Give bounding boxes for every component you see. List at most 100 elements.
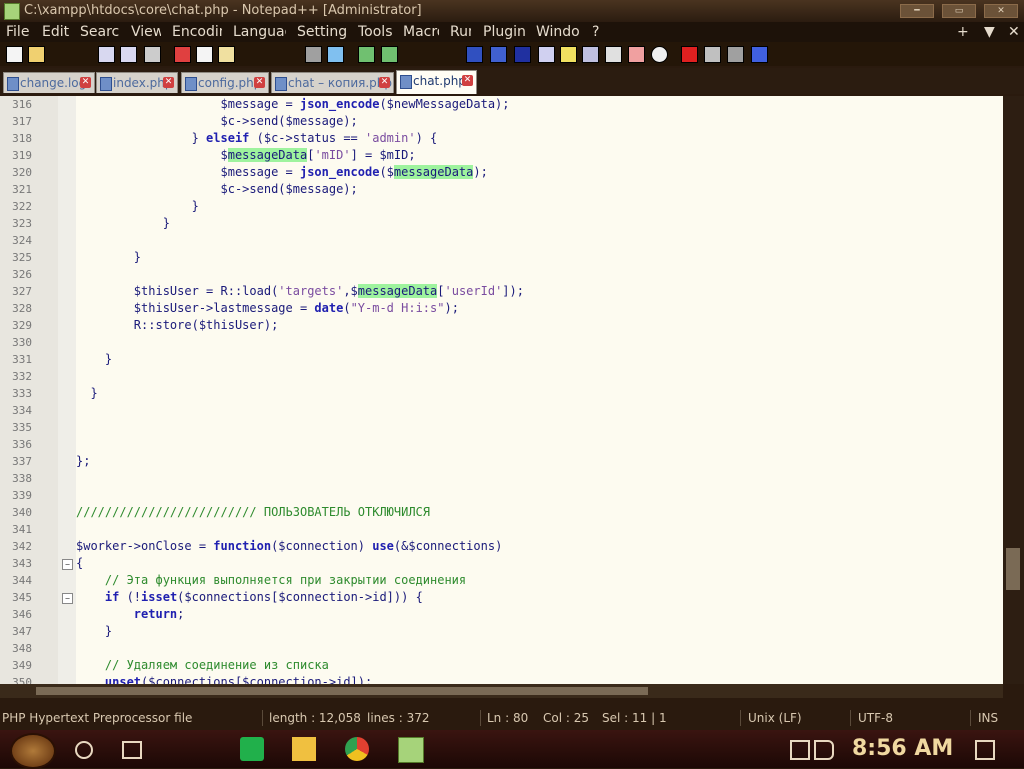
minimize-button[interactable]: ━ (900, 4, 934, 18)
code-line[interactable]: 325 } (0, 249, 1003, 266)
code-line[interactable]: 342 $worker->onClose = function($connecti… (0, 538, 1003, 555)
code-line[interactable]: 350 unset($connections[$connection->id])… (0, 674, 1003, 684)
record-macro-icon[interactable] (681, 46, 698, 63)
code-line[interactable]: 336 (0, 436, 1003, 453)
eye-icon[interactable] (651, 46, 668, 63)
notifications-icon[interactable] (975, 740, 995, 760)
tab-chat-php[interactable]: chat.php ✕ (396, 70, 477, 94)
close-doc-x[interactable]: ✕ (1008, 22, 1020, 42)
close-button[interactable]: ✕ (984, 4, 1018, 18)
code-line[interactable]: 322 } (0, 198, 1003, 215)
monitoring-icon[interactable] (628, 46, 645, 63)
menu-file[interactable]: File (6, 22, 36, 42)
close-tab-icon[interactable]: ✕ (462, 75, 473, 86)
find-icon[interactable] (358, 46, 375, 63)
replace-icon[interactable] (381, 46, 398, 63)
code-line[interactable]: 332 (0, 368, 1003, 385)
code-line[interactable]: 324 (0, 232, 1003, 249)
save-icon[interactable] (98, 46, 115, 63)
tab-chat-copy-php[interactable]: chat – копия.php ✕ (271, 72, 394, 93)
copy-icon[interactable] (196, 46, 213, 63)
vertical-scroll-thumb[interactable] (1006, 548, 1020, 590)
wrap-icon[interactable] (466, 46, 483, 63)
code-line[interactable]: 331 } (0, 351, 1003, 368)
code-line[interactable]: 349 // Удаляем соединение из списка (0, 657, 1003, 674)
menu-encoding[interactable]: Encoding (172, 22, 222, 42)
code-line[interactable]: 318 } elseif ($c->status == 'admin') { (0, 130, 1003, 147)
tab-index-php[interactable]: index.php ✕ (96, 72, 178, 93)
status-encoding[interactable]: UTF-8 (858, 708, 893, 728)
run-macro-multiple-icon[interactable] (751, 46, 768, 63)
print-icon[interactable] (144, 46, 161, 63)
code-line[interactable]: 323 } (0, 215, 1003, 232)
redo-icon[interactable] (327, 46, 344, 63)
code-editor[interactable]: 316 $message = json_encode($newMessageDa… (0, 96, 1003, 684)
code-line[interactable]: 340 ///////////////////////// ПОЛЬЗОВАТЕЛ… (0, 504, 1003, 521)
menu-edit[interactable]: Edit (42, 22, 72, 42)
chrome-icon[interactable] (345, 737, 369, 761)
new-file-icon[interactable] (6, 46, 23, 63)
close-tab-icon[interactable]: ✕ (254, 77, 265, 88)
code-line[interactable]: 316 $message = json_encode($newMessageDa… (0, 96, 1003, 113)
start-button-icon[interactable] (10, 733, 56, 769)
menu-plugins[interactable]: Plugins (483, 22, 525, 42)
code-line[interactable]: 341 (0, 521, 1003, 538)
code-line[interactable]: 321 $c->send($message); (0, 181, 1003, 198)
menu-settings[interactable]: Settings (297, 22, 347, 42)
open-file-icon[interactable] (28, 46, 45, 63)
close-tab-icon[interactable]: ✕ (379, 77, 390, 88)
code-line[interactable]: 317 $c->send($message); (0, 113, 1003, 130)
code-line[interactable]: 328 $thisUser->lastmessage = date("Y-m-d… (0, 300, 1003, 317)
code-line[interactable]: 319 $messageData['mID'] = $mID; (0, 147, 1003, 164)
horizontal-scroll-thumb[interactable] (36, 687, 648, 695)
tab-change-log[interactable]: change.log ✕ (3, 72, 95, 93)
save-all-icon[interactable] (120, 46, 137, 63)
code-line[interactable]: 334 (0, 402, 1003, 419)
task-view-icon[interactable] (122, 741, 142, 759)
notepadpp-taskbar-icon[interactable] (398, 737, 424, 763)
cortana-search-icon[interactable] (75, 741, 93, 759)
code-line[interactable]: 333 } (0, 385, 1003, 402)
code-line[interactable]: 346 return; (0, 606, 1003, 623)
code-line[interactable]: 327 $thisUser = R::load('targets',$messa… (0, 283, 1003, 300)
fold-toggle-icon[interactable]: − (62, 559, 73, 570)
cut-icon[interactable] (174, 46, 191, 63)
code-line[interactable]: 339 (0, 487, 1003, 504)
status-eol[interactable]: Unix (LF) (748, 708, 802, 728)
menu-search[interactable]: Search (80, 22, 120, 42)
undo-icon[interactable] (305, 46, 322, 63)
volume-muted-icon[interactable] (814, 740, 834, 760)
play-macro-icon[interactable] (727, 46, 744, 63)
menu-window[interactable]: Window (536, 22, 579, 42)
code-line[interactable]: 344 // Эта функция выполняется при закры… (0, 572, 1003, 589)
code-line[interactable]: 345 − if (!isset($connections[$connection… (0, 589, 1003, 606)
show-all-chars-icon[interactable] (490, 46, 507, 63)
tab-list-arrow[interactable]: ▼ (984, 22, 995, 42)
function-list-icon[interactable] (582, 46, 599, 63)
close-tab-icon[interactable]: ✕ (80, 77, 91, 88)
network-icon[interactable] (790, 740, 810, 760)
code-line[interactable]: 326 (0, 266, 1003, 283)
fold-toggle-icon[interactable]: − (62, 593, 73, 604)
paste-icon[interactable] (218, 46, 235, 63)
menu-help[interactable]: ? (592, 22, 604, 42)
menu-macro[interactable]: Macro (403, 22, 439, 42)
menu-run[interactable]: Run (450, 22, 471, 42)
horizontal-scrollbar[interactable] (0, 684, 1003, 698)
doc-map-icon[interactable] (560, 46, 577, 63)
code-line[interactable]: 348 (0, 640, 1003, 657)
folder-workspace-icon[interactable] (605, 46, 622, 63)
code-line[interactable]: 320 $message = json_encode($messageData)… (0, 164, 1003, 181)
menu-tools[interactable]: Tools (358, 22, 392, 42)
vertical-scrollbar[interactable] (1003, 96, 1024, 684)
menu-language[interactable]: Language (233, 22, 286, 42)
code-line[interactable]: 329 R::store($thisUser); (0, 317, 1003, 334)
code-line[interactable]: 330 (0, 334, 1003, 351)
indent-guide-icon[interactable] (514, 46, 531, 63)
menu-view[interactable]: View (131, 22, 161, 42)
zoom-icon[interactable] (538, 46, 555, 63)
maximize-button[interactable]: ▭ (942, 4, 976, 18)
status-insert-mode[interactable]: INS (978, 708, 998, 728)
code-line[interactable]: 337}; (0, 453, 1003, 470)
code-line[interactable]: 335 (0, 419, 1003, 436)
